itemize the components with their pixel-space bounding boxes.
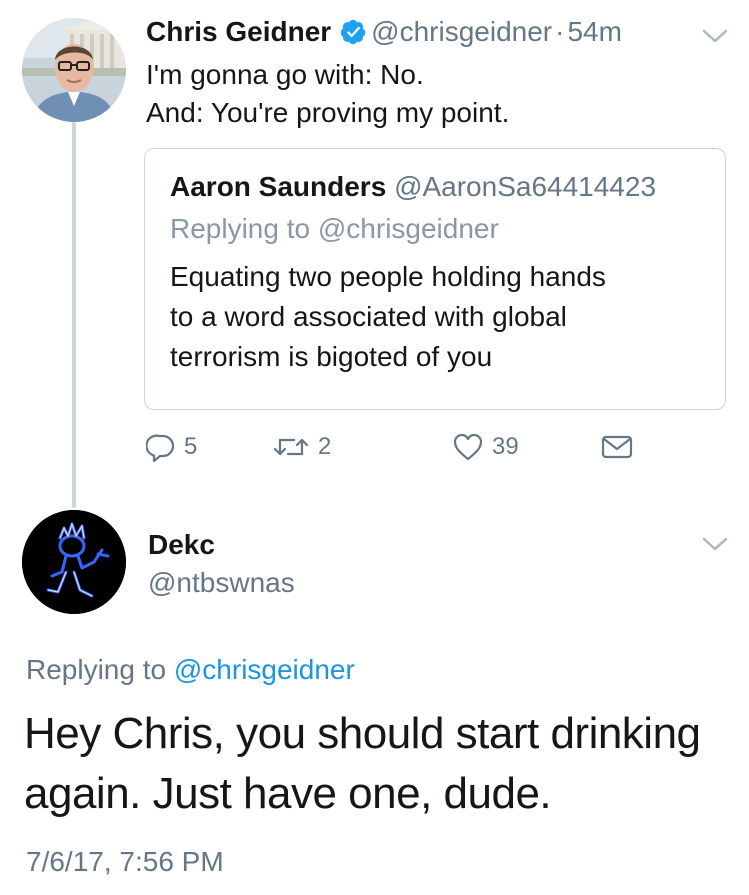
tweet2-display-name[interactable]: Dekc [148, 528, 215, 562]
direct-message-button[interactable] [600, 432, 642, 462]
thread-connector-line [72, 122, 76, 508]
tweet2-text: Hey Chris, you should start drinking aga… [24, 704, 701, 824]
retweet-count: 2 [318, 433, 332, 460]
envelope-icon [601, 435, 633, 459]
quoted-tweet-header: Aaron Saunders @AaronSa64414423 [170, 169, 656, 205]
quoted-display-name: Aaron Saunders [170, 171, 387, 202]
tweet1-display-name[interactable]: Chris Geidner [146, 16, 331, 47]
tweet2-replying-handle-link[interactable]: @chrisgeidner [174, 654, 355, 685]
tweet1-text: I'm gonna go with: No. And: You're provi… [146, 56, 509, 132]
quoted-tweet-text: Equating two people holding hands to a w… [170, 257, 606, 377]
tweet2-timestamp[interactable]: 7/6/17, 7:56 PM [26, 844, 224, 880]
quoted-line: Equating two people holding hands [170, 261, 606, 292]
chevron-down-icon[interactable] [700, 534, 730, 554]
quoted-replying-handle: @chrisgeidner [317, 213, 499, 244]
quoted-handle: @AaronSa64414423 [394, 171, 657, 202]
like-button[interactable]: 39 [452, 432, 519, 462]
reply-icon [146, 434, 175, 462]
retweet-button[interactable]: 2 [272, 432, 331, 462]
tweet2-handle[interactable]: @ntbswnas [148, 566, 295, 600]
dekc-avatar[interactable] [22, 510, 126, 614]
tweet2-replying-prefix: Replying to [26, 654, 167, 685]
like-count: 39 [492, 433, 519, 460]
quoted-line: to a word associated with global [170, 301, 567, 332]
tweet1-time[interactable]: 54m [567, 16, 621, 47]
chris-geidner-avatar[interactable] [22, 18, 126, 122]
quoted-replying-prefix: Replying to [170, 213, 311, 244]
heart-icon [453, 433, 483, 461]
tweet1-header: Chris Geidner @chrisgeidner · 54m [146, 14, 622, 50]
retweet-icon [273, 438, 309, 456]
tweet2-line: again. Just have one, dude. [24, 769, 552, 818]
quoted-tweet-card[interactable]: Aaron Saunders @AaronSa64414423 Replying… [144, 148, 726, 410]
tweet2-replying-to: Replying to @chrisgeidner [26, 652, 355, 688]
tweet1-line: I'm gonna go with: No. [146, 59, 424, 90]
tweet1-separator: · [555, 16, 565, 47]
reply-count: 5 [184, 433, 198, 460]
reply-button[interactable]: 5 [146, 432, 197, 462]
quoted-line: terrorism is bigoted of you [170, 341, 493, 372]
verified-badge-icon [340, 19, 366, 45]
tweet1-handle[interactable]: @chrisgeidner [371, 16, 552, 47]
tweet1-line: And: You're proving my point. [146, 97, 510, 128]
quoted-replying-to: Replying to @chrisgeidner [170, 211, 499, 247]
chevron-down-icon[interactable] [700, 26, 730, 46]
tweet2-line: Hey Chris, you should start drinking [24, 709, 701, 758]
